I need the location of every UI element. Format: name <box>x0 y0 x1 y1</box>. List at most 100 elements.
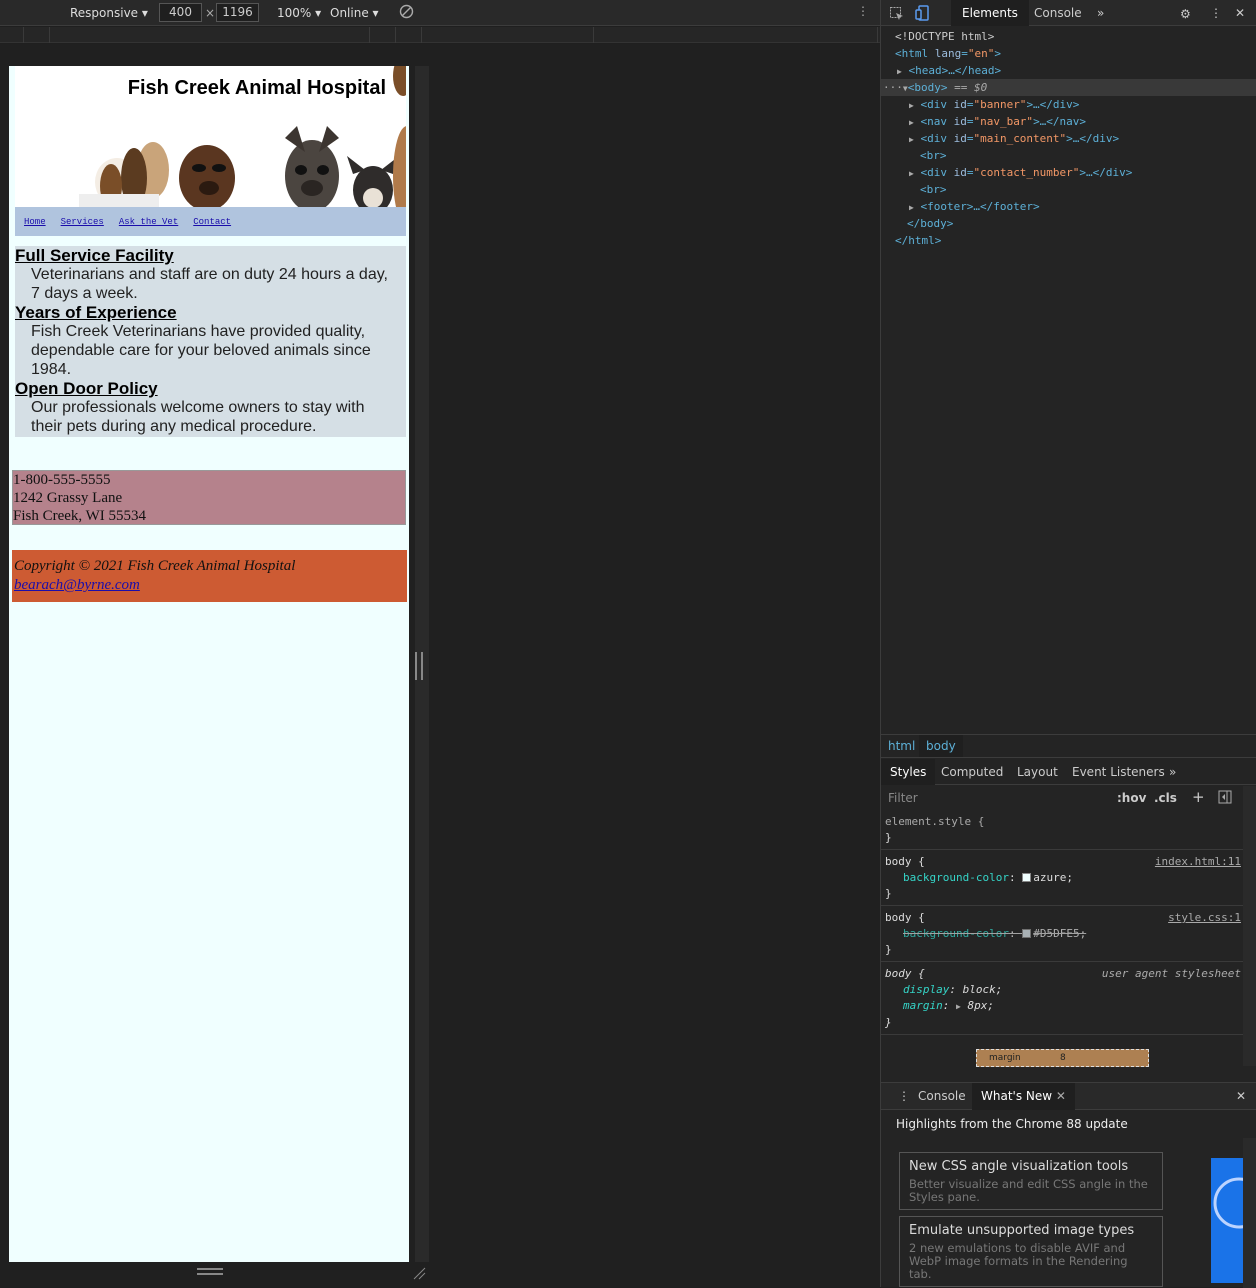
gear-icon[interactable]: ⚙ <box>1169 1 1202 27</box>
style-rule-element[interactable]: element.style { } <box>881 810 1243 850</box>
resize-handle-right[interactable] <box>415 652 423 680</box>
whats-new-card[interactable]: New CSS angle visualization tools Better… <box>899 1152 1163 1210</box>
close-drawer-icon[interactable]: ✕ <box>1227 1083 1255 1110</box>
media-segment[interactable] <box>24 27 50 43</box>
dom-node-head[interactable]: ▶ <head>…</head> <box>881 62 1256 79</box>
tab-console[interactable]: Console <box>1023 0 1093 26</box>
rule-source-link[interactable]: style.css:1 <box>1168 910 1241 926</box>
dom-node-br[interactable]: <br> <box>881 181 1256 198</box>
device-toolbar: Responsive ▾ 400 × 1196 100% ▾ Online ▾ … <box>0 0 880 26</box>
expand-triangle-icon[interactable]: ▶ <box>956 1002 961 1011</box>
tab-event-listeners[interactable]: Event Listeners <box>1063 759 1174 785</box>
tab-styles[interactable]: Styles <box>881 759 936 785</box>
css-property[interactable]: background-color <box>903 927 1009 940</box>
tag-text: <html <box>895 47 929 60</box>
add-rule-icon[interactable]: + <box>1192 788 1205 806</box>
dom-node-footer[interactable]: ▶ <footer>…</footer> <box>881 198 1256 215</box>
ellipsis-icon[interactable]: ··· <box>883 81 903 94</box>
dom-node-body-close[interactable]: </body> <box>881 215 1256 232</box>
dimension-separator: × <box>205 6 216 20</box>
media-segment[interactable] <box>422 27 594 43</box>
rule-source-link[interactable]: index.html:11 <box>1155 854 1241 870</box>
dom-node-nav[interactable]: ▶ <nav id="nav_bar">…</nav> <box>881 113 1256 130</box>
style-rule-user-agent[interactable]: body { user agent stylesheet display: bl… <box>881 962 1243 1035</box>
css-property[interactable]: background-color <box>903 871 1009 884</box>
doctype-text: <!DOCTYPE html> <box>895 30 995 43</box>
css-value[interactable]: azure; <box>1033 871 1073 884</box>
filter-input[interactable]: Filter <box>888 791 918 805</box>
nav-link-contact[interactable]: Contact <box>193 217 231 227</box>
height-input[interactable]: 1196 <box>216 3 259 22</box>
cls-toggle[interactable]: .cls <box>1154 791 1177 805</box>
media-segment[interactable] <box>0 27 24 43</box>
media-segment[interactable] <box>594 27 878 43</box>
dogs-banner-image <box>79 66 406 207</box>
expand-triangle-icon[interactable]: ▶ <box>909 135 914 144</box>
nav-link-home[interactable]: Home <box>24 217 46 227</box>
card-subtitle: 2 new emulations to disable AVIF and Web… <box>909 1241 1128 1281</box>
styles-subtabs: Styles Computed Layout Event Listeners » <box>881 759 1256 785</box>
media-segment[interactable] <box>370 27 396 43</box>
device-toggle-icon[interactable] <box>911 4 934 22</box>
attr-value: "banner" <box>973 98 1027 111</box>
more-tabs-icon[interactable]: » <box>1086 0 1115 26</box>
close-icon[interactable]: ✕ <box>1056 1089 1066 1103</box>
color-swatch[interactable] <box>1022 873 1032 882</box>
hov-toggle[interactable]: :hov <box>1117 791 1146 805</box>
tab-layout[interactable]: Layout <box>1008 759 1067 785</box>
dom-node-br[interactable]: <br> <box>881 147 1256 164</box>
section-heading: Years of Experience <box>15 303 177 322</box>
style-rule-body-index[interactable]: body { index.html:11 background-color: a… <box>881 850 1243 906</box>
css-value[interactable]: #D5DFE5; <box>1033 927 1086 940</box>
inspect-element-icon[interactable] <box>885 4 908 22</box>
expand-triangle-icon[interactable]: ▶ <box>909 101 914 110</box>
dom-node-banner[interactable]: ▶ <div id="banner">…</div> <box>881 96 1256 113</box>
drawer-scrollbar[interactable] <box>1243 1138 1256 1288</box>
rotate-icon[interactable] <box>399 4 414 22</box>
zoom-dropdown[interactable]: 100% ▾ <box>277 6 321 20</box>
more-options-icon[interactable]: ⋮ <box>857 4 869 18</box>
dom-node-doctype[interactable]: <!DOCTYPE html> <box>881 28 1256 45</box>
expand-triangle-icon[interactable]: ▶ <box>909 203 914 212</box>
dom-node-main[interactable]: ▶ <div id="main_content">…</div> <box>881 130 1256 147</box>
resize-handle-bottom[interactable] <box>197 1268 223 1275</box>
device-mode-dropdown[interactable]: Responsive ▾ <box>70 6 148 20</box>
toggle-sidebar-icon[interactable] <box>1218 790 1232 807</box>
dom-node-body[interactable]: ···▼<body> == $0 <box>881 79 1256 96</box>
expand-triangle-icon[interactable]: ▶ <box>909 118 914 127</box>
video-thumbnail[interactable] <box>1211 1158 1256 1283</box>
attr-name: lang <box>934 47 962 60</box>
dom-node-contact[interactable]: ▶ <div id="contact_number">…</div> <box>881 164 1256 181</box>
styles-filter-bar: Filter :hov .cls + <box>881 786 1243 810</box>
color-swatch[interactable] <box>1022 929 1032 938</box>
nav-link-services[interactable]: Services <box>61 217 104 227</box>
css-property: display <box>903 983 950 996</box>
dom-node-html[interactable]: <html lang="en"> <box>881 45 1256 62</box>
tab-elements[interactable]: Elements <box>951 0 1029 26</box>
whats-new-card[interactable]: Emulate unsupported image types 2 new em… <box>899 1216 1163 1287</box>
email-link[interactable]: bearach@byrne.com <box>14 576 405 595</box>
rule-close: } <box>885 887 892 900</box>
breadcrumb-body[interactable]: body <box>919 735 963 757</box>
network-dropdown[interactable]: Online ▾ <box>330 6 379 20</box>
dom-node-html-close[interactable]: </html> <box>881 232 1256 249</box>
nav-link-ask-the-vet[interactable]: Ask the Vet <box>119 217 178 227</box>
device-viewport-area: Fish Creek Animal Hospital Home Services… <box>0 44 880 1287</box>
media-segment[interactable] <box>50 27 370 43</box>
media-segment[interactable] <box>396 27 422 43</box>
expand-triangle-icon[interactable]: ▶ <box>909 169 914 178</box>
close-icon[interactable]: ✕ <box>1224 0 1256 26</box>
width-input[interactable]: 400 <box>159 3 202 22</box>
tab-computed[interactable]: Computed <box>932 759 1012 785</box>
tag-text: >…</div> <box>1026 98 1080 111</box>
drawer-tab-whats-new[interactable]: What's New ✕ <box>972 1083 1075 1110</box>
breadcrumb-html[interactable]: html <box>881 735 922 757</box>
box-model-value[interactable]: 8 <box>1060 1050 1066 1066</box>
drawer-tab-console[interactable]: Console <box>909 1083 975 1110</box>
styles-scrollbar[interactable] <box>1243 786 1256 1066</box>
box-model-margin[interactable]: margin 8 <box>976 1049 1149 1067</box>
expand-triangle-icon[interactable]: ▶ <box>897 67 902 76</box>
resize-corner-icon[interactable] <box>412 1266 426 1280</box>
style-rule-body-stylecss[interactable]: body { style.css:1 background-color: #D5… <box>881 906 1243 962</box>
more-subtabs-icon[interactable]: » <box>1160 759 1185 785</box>
